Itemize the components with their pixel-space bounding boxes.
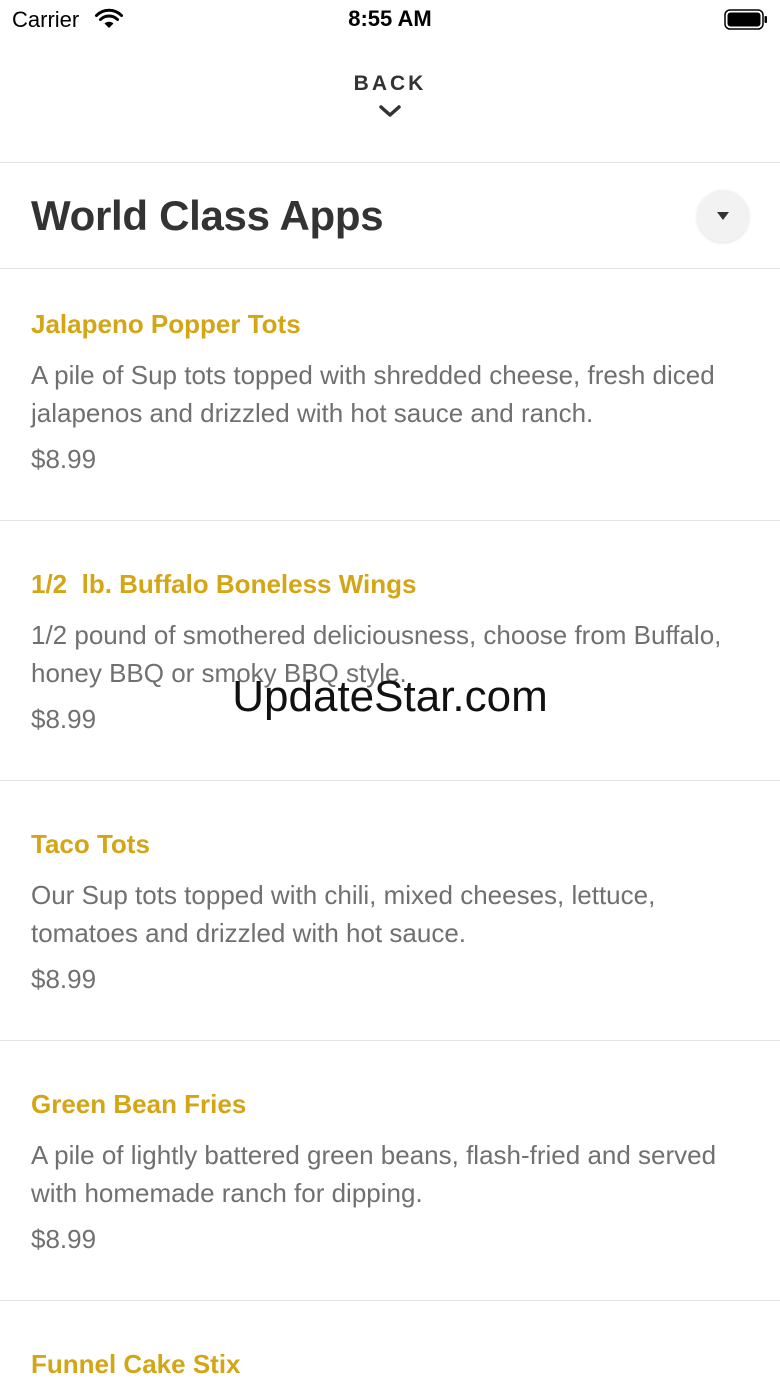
item-price: $8.99: [31, 444, 97, 474]
item-description: A pile of Sup tots topped with shredded …: [31, 360, 715, 428]
item-name: Green Bean Fries: [31, 1089, 247, 1119]
item-name: 1/2 lb. Buffalo Boneless Wings: [31, 569, 417, 599]
back-label: BACK: [353, 72, 427, 95]
item-divider: [0, 1040, 780, 1041]
item-divider: [0, 520, 780, 521]
item-description: Our Sup tots topped with chili, mixed ch…: [31, 880, 656, 948]
menu-item[interactable]: Funnel Cake Stix: [0, 1309, 780, 1387]
menu-item[interactable]: 1/2 lb. Buffalo Boneless Wings 1/2 pound…: [0, 529, 780, 789]
item-price: $8.99: [31, 964, 97, 994]
status-bar: Carrier 8:55 AM: [0, 0, 780, 40]
section-title: World Class Apps: [31, 192, 384, 239]
section-header: World Class Apps: [0, 164, 780, 268]
caret-down-icon: [717, 212, 729, 220]
item-divider: [0, 1300, 780, 1301]
menu-item[interactable]: Green Bean Fries A pile of lightly batte…: [0, 1049, 780, 1309]
menu-item[interactable]: Jalapeno Popper Tots A pile of Sup tots …: [0, 269, 780, 529]
header-divider: [0, 162, 780, 163]
item-price: $8.99: [31, 1224, 97, 1254]
item-divider: [0, 780, 780, 781]
section-collapse-button[interactable]: [697, 190, 749, 242]
status-time: 8:55 AM: [348, 6, 432, 31]
back-button[interactable]: BACK: [0, 72, 780, 140]
item-price: $8.99: [31, 704, 97, 734]
battery-icon: [724, 9, 767, 30]
item-name: Jalapeno Popper Tots: [31, 309, 301, 339]
chevron-down-icon: [379, 105, 401, 117]
menu-item[interactable]: Taco Tots Our Sup tots topped with chili…: [0, 789, 780, 1049]
item-description: 1/2 pound of smothered deliciousness, ch…: [31, 620, 722, 688]
item-name: Taco Tots: [31, 829, 150, 859]
item-name: Funnel Cake Stix: [31, 1349, 241, 1379]
item-description: A pile of lightly battered green beans, …: [31, 1140, 717, 1208]
